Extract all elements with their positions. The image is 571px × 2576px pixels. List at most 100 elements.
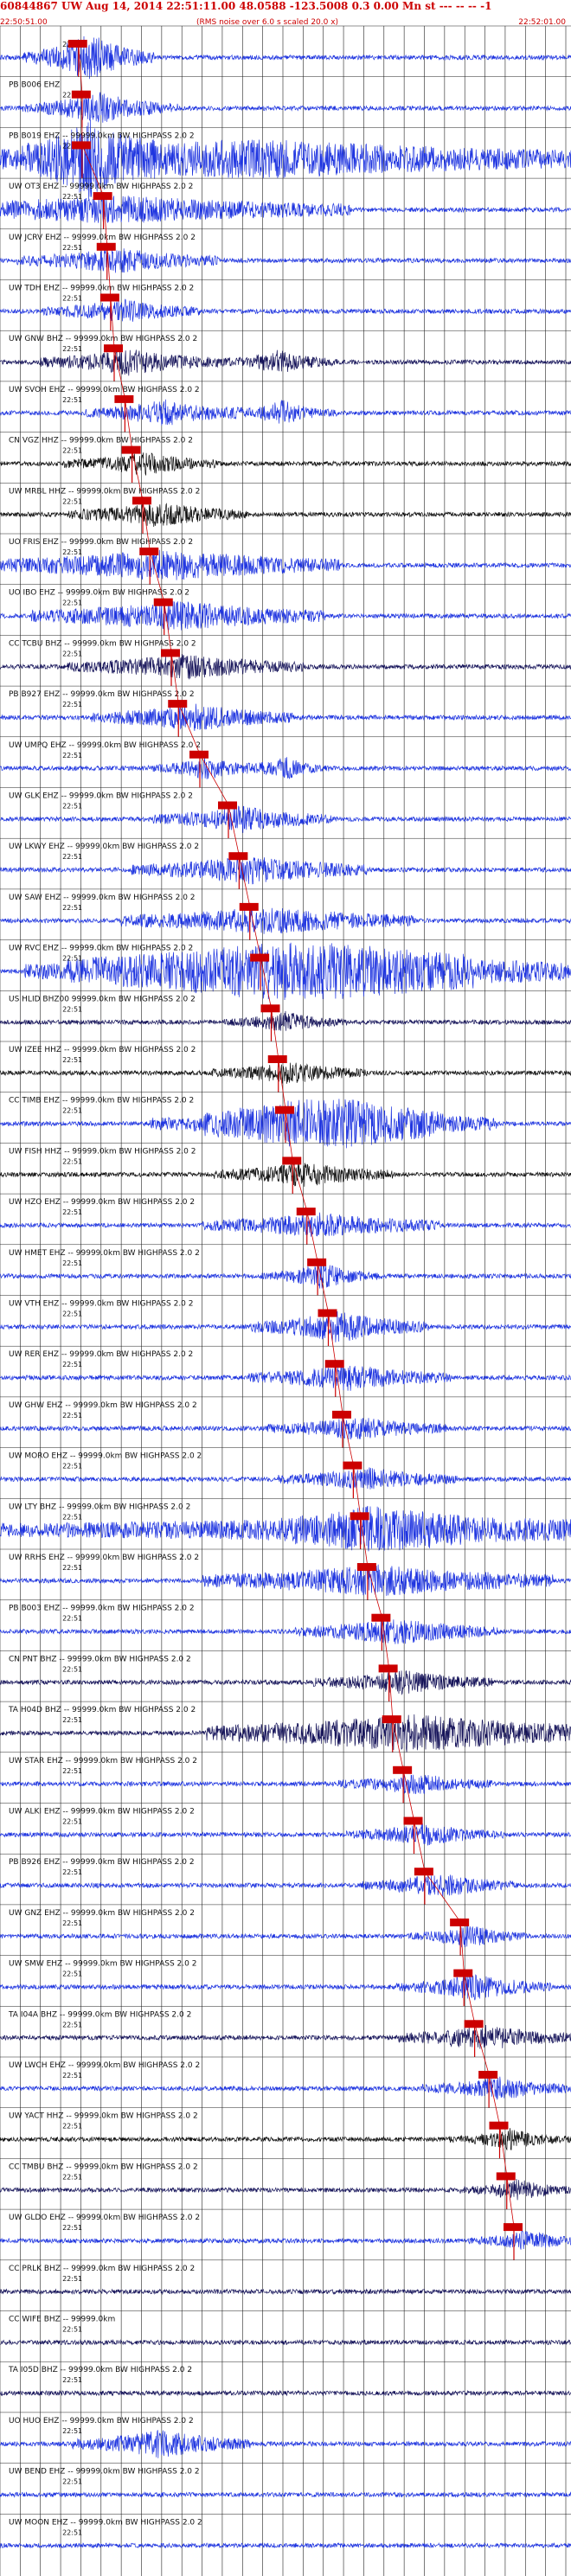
minute-mark: 22:51: [62, 2528, 82, 2536]
minute-mark: 22:51: [62, 548, 82, 556]
station-label: CC PRLK BHZ -- 99999.0km BW HIGHPASS 2.0…: [9, 2265, 195, 2273]
minute-mark: 22:51: [62, 1107, 82, 1115]
station-label: CC WIFE BHZ -- 99999.0km: [9, 2316, 115, 2324]
station-label: UW LTY BHZ -- 99999.0km BW HIGHPASS 2.0 …: [9, 1503, 190, 1511]
station-label: UW TDH EHZ -- 99999.0km BW HIGHPASS 2.0 …: [9, 285, 194, 293]
station-label: UW SAW EHZ -- 99999.0km BW HIGHPASS 2.0 …: [9, 894, 196, 902]
waveform: [0, 1163, 571, 1187]
waveform: [0, 2430, 571, 2458]
minute-mark: 22:51: [62, 2376, 82, 2384]
station-label: TA I05D BHZ -- 99999.0km BW HIGHPASS 2.0…: [8, 2366, 192, 2374]
minute-mark: 22:51: [62, 1005, 82, 1013]
pick-marker: [504, 2223, 523, 2232]
pick-marker: [343, 1461, 362, 1470]
station-label: PB B019 EHZ -- 99999.0km BW HIGHPASS 2.0…: [9, 131, 195, 140]
minute-mark: 22:51: [62, 2427, 82, 2435]
pick-marker: [250, 953, 270, 962]
station-label: UW STAR EHZ -- 99999.0km BW HIGHPASS 2.0…: [9, 1757, 197, 1765]
waveform: [0, 1263, 571, 1289]
minute-mark: 22:51: [62, 599, 82, 607]
minute-mark: 22:51: [62, 2478, 82, 2486]
station-label: UW UMPQ EHZ -- 99999.0km BW HIGHPASS 2.0…: [9, 741, 201, 750]
station-label: UW GNZ EHZ -- 99999.0km BW HIGHPASS 2.0 …: [9, 1909, 195, 1918]
station-label: CN VGZ HHZ -- 99999.0km BW HIGHPASS 2.0 …: [9, 437, 193, 445]
pick-marker: [168, 700, 188, 708]
waveform: [0, 1823, 571, 1846]
pick-marker: [267, 1055, 287, 1063]
waveform: [0, 1564, 571, 1596]
minute-mark: 22:51: [62, 1665, 82, 1673]
pick-marker: [67, 40, 87, 48]
station-label: UW BEND EHZ -- 99999.0km BW HIGHPASS 2.0…: [9, 2468, 200, 2477]
minute-mark: 22:51: [62, 1716, 82, 1724]
minute-mark: 22:51: [62, 1970, 82, 1978]
pick-marker: [96, 242, 116, 251]
waveform: [0, 1062, 571, 1084]
minute-mark: 22:51: [62, 1615, 82, 1623]
minute-mark: 22:51: [62, 2275, 82, 2283]
minute-mark: 22:51: [62, 193, 82, 201]
waveform: [0, 2024, 571, 2049]
minute-mark: 22:51: [62, 295, 82, 303]
station-label: UW RVC EHZ -- 99999.0km BW HIGHPASS 2.0 …: [9, 945, 193, 953]
station-label: UW ALKI EHZ -- 99999.0km BW HIGHPASS 2.0…: [9, 1808, 195, 1817]
waveform: [0, 1619, 571, 1644]
pick-marker: [132, 497, 151, 505]
minute-mark: 22:51: [62, 853, 82, 861]
station-label: PB B927 EHZ -- 99999.0km BW HIGHPASS 2.0…: [9, 690, 195, 699]
station-label: UW RRHS EHZ -- 99999.0km BW HIGHPASS 2.0…: [9, 1554, 199, 1562]
pick-marker: [282, 1157, 302, 1165]
pick-marker: [114, 394, 134, 403]
station-label: UW HZO EHZ -- 99999.0km BW HIGHPASS 2.0 …: [9, 1198, 195, 1207]
pick-marker: [489, 2121, 509, 2130]
minute-mark: 22:51: [62, 1513, 82, 1521]
pick-marker: [378, 1664, 398, 1673]
minute-mark: 22:51: [62, 396, 82, 404]
station-label: UW JCRV EHZ -- 99999.0km BW HIGHPASS 2.0…: [9, 234, 196, 242]
waveform: [0, 805, 571, 833]
station-label: UW GLDO EHZ -- 99999.0km BW HIGHPASS 2.0…: [9, 2214, 200, 2222]
minute-mark: 22:51: [62, 1868, 82, 1876]
minute-mark: 22:51: [62, 2072, 82, 2079]
waveform: [0, 1467, 571, 1490]
station-label: TA H04D BHZ -- 99999.0km BW HIGHPASS 2.0…: [8, 1706, 196, 1714]
pick-marker: [414, 1868, 433, 1876]
waveform: [0, 856, 571, 885]
pick-marker: [71, 141, 91, 150]
station-label: UW FISH HHZ -- 99999.0km BW HIGHPASS 2.0…: [9, 1147, 196, 1156]
station-label: CC TMBU BHZ -- 99999.0km BW HIGHPASS 2.0…: [9, 2163, 198, 2171]
minute-mark: 22:51: [62, 650, 82, 657]
station-label: CC TCBU BHZ -- 99999.0km BW HIGHPASS 2.0…: [9, 639, 196, 648]
minute-mark: 22:51: [62, 1412, 82, 1419]
station-label: UW SVOH EHZ -- 99999.0km BW HIGHPASS 2.0…: [9, 386, 200, 394]
station-label: UW VTH EHZ -- 99999.0km BW HIGHPASS 2.0 …: [9, 1300, 194, 1309]
station-label: CC TIMB EHZ -- 99999.0km BW HIGHPASS 2.0…: [9, 1097, 194, 1105]
station-label: PB B006 EHZ: [9, 81, 60, 90]
pick-marker: [139, 548, 159, 555]
waveform: [0, 703, 571, 731]
pick-marker: [228, 852, 248, 861]
waveform: [0, 2541, 571, 2549]
pick-marker: [318, 1309, 337, 1317]
waveform: [0, 1364, 571, 1391]
minute-mark: 22:51: [62, 1564, 82, 1572]
pick-marker: [104, 344, 123, 353]
minute-mark: 22:51: [62, 244, 82, 252]
station-label: UW SMW EHZ -- 99999.0km BW HIGHPASS 2.0 …: [9, 1960, 196, 1969]
minute-mark: 22:51: [62, 2021, 82, 2028]
seismogram-plot: 22:51 PB B006 EHZ 22:51 PB B019 EHZ -- 9999…: [0, 25, 571, 2576]
station-label: PB B926 EHZ -- 99999.0km BW HIGHPASS 2.0…: [9, 1858, 195, 1867]
minute-mark: 22:51: [62, 1259, 82, 1267]
minute-mark: 22:51: [62, 955, 82, 963]
station-label: UW LKWY EHZ -- 99999.0km BW HIGHPASS 2.0…: [9, 843, 199, 851]
pick-marker: [121, 445, 141, 454]
minute-mark: 22:51: [62, 2326, 82, 2334]
minute-mark: 22:51: [62, 1157, 82, 1165]
station-label: PB B003 EHZ -- 99999.0km BW HIGHPASS 2.0…: [9, 1605, 195, 1613]
station-label: UW HMET EHZ -- 99999.0km BW HIGHPASS 2.0…: [9, 1249, 200, 1258]
pick-marker: [99, 293, 119, 302]
pick-marker: [382, 1715, 401, 1724]
waveform: [0, 349, 571, 376]
minute-mark: 22:51: [62, 1361, 82, 1368]
station-label: UO FRIS EHZ -- 99999.0km BW HIGHPASS 2.0…: [9, 538, 193, 547]
